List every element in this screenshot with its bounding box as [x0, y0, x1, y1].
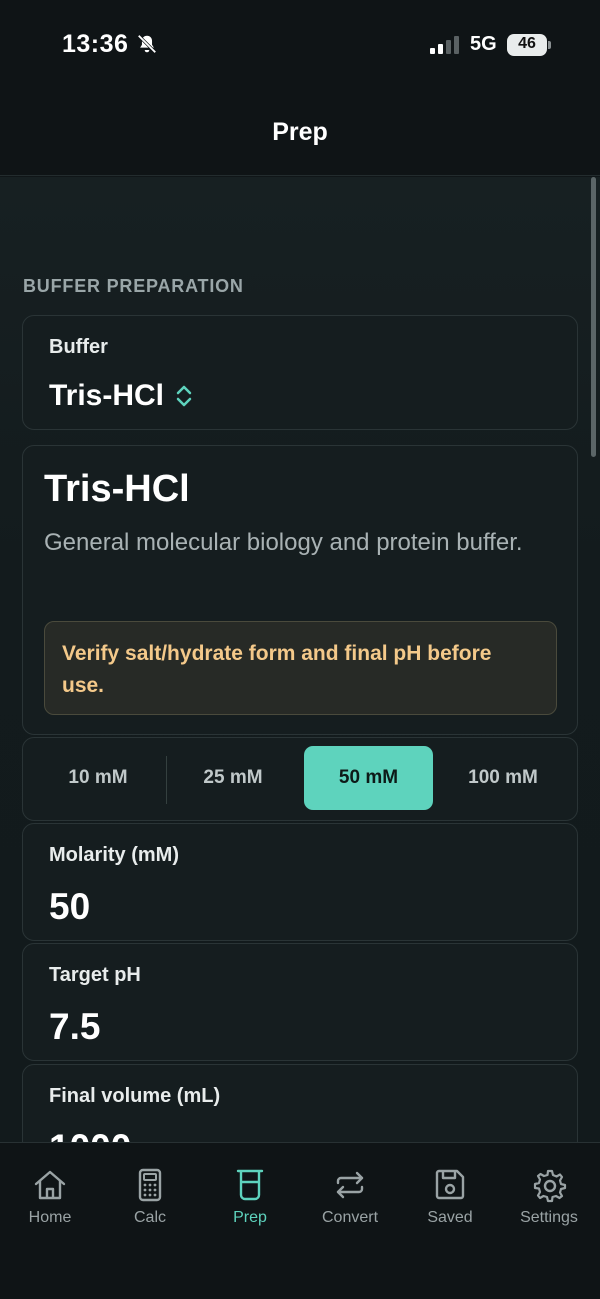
final-volume-input[interactable]: 1000: [49, 1127, 131, 1142]
section-title: BUFFER PREPARATION: [23, 276, 244, 296]
final-volume-field[interactable]: Final volume (mL) 1000: [22, 1064, 578, 1142]
navigation-bar: Prep: [0, 90, 600, 176]
segment-divider: [166, 756, 167, 804]
molarity-preset-segmented-control: 10 mM 25 mM 50 mM 100 mM: [22, 737, 578, 821]
preset-100mm-button[interactable]: 100 mM: [438, 746, 568, 810]
preset-25mm-button[interactable]: 25 mM: [168, 746, 298, 810]
scroll-indicator[interactable]: [591, 177, 596, 457]
tab-convert-label: Convert: [321, 1209, 379, 1226]
battery-level: 46: [518, 35, 536, 52]
tab-bar: Home Calc Prep Convert Saved Settings: [0, 1142, 600, 1299]
molarity-input[interactable]: 50: [49, 886, 90, 928]
warning-text: Verify salt/hydrate form and final pH be…: [62, 642, 492, 697]
buffer-picker-card[interactable]: Buffer Tris-HCl: [22, 315, 578, 430]
screen: 13:36 5G 46 Prep BUFFER PREPARATION Buff…: [0, 0, 600, 1299]
preset-50mm-button-selected[interactable]: 50 mM: [304, 746, 433, 810]
status-bar: 13:36 5G 46: [0, 0, 600, 90]
convert-arrows-icon: [336, 1171, 364, 1199]
final-volume-field-label: Final volume (mL): [49, 1085, 221, 1107]
buffer-select[interactable]: Tris-HCl: [49, 379, 194, 413]
target-ph-field-label: Target pH: [49, 964, 141, 986]
home-icon: [34, 1170, 66, 1200]
buffer-picker-label: Buffer: [49, 336, 108, 358]
content-scroll-area[interactable]: BUFFER PREPARATION Buffer Tris-HCl Tris-…: [0, 177, 600, 1142]
tab-settings-label: Settings: [520, 1209, 578, 1226]
beaker-icon: [236, 1169, 264, 1201]
target-ph-field[interactable]: Target pH 7.5: [22, 943, 578, 1061]
tab-saved[interactable]: Saved: [400, 1167, 500, 1227]
network-type: 5G: [470, 33, 497, 55]
battery-icon: 46: [507, 34, 551, 56]
silent-bell-icon: [137, 34, 157, 54]
tab-prep-label: Prep: [233, 1209, 267, 1226]
status-time: 13:36: [62, 30, 129, 58]
tab-calc[interactable]: Calc: [100, 1167, 200, 1227]
tab-saved-label: Saved: [427, 1209, 473, 1226]
molarity-field-label: Molarity (mM): [49, 844, 179, 866]
floppy-disk-icon: [435, 1169, 465, 1200]
gear-icon: [533, 1169, 567, 1203]
cellular-signal-icon: [430, 36, 459, 54]
target-ph-input[interactable]: 7.5: [49, 1006, 100, 1048]
tab-calc-label: Calc: [133, 1209, 166, 1226]
buffer-info-title: Tris-HCl: [44, 468, 190, 510]
calculator-icon: [138, 1168, 162, 1202]
tab-home-label: Home: [28, 1209, 72, 1226]
tab-convert[interactable]: Convert: [300, 1167, 400, 1227]
chevron-up-down-icon: [176, 385, 192, 407]
buffer-info-description: General molecular biology and protein bu…: [44, 529, 523, 556]
buffer-info-card: Tris-HCl General molecular biology and p…: [22, 445, 578, 735]
buffer-select-value: Tris-HCl: [49, 379, 165, 412]
page-title: Prep: [272, 118, 328, 146]
warning-box: Verify salt/hydrate form and final pH be…: [44, 621, 557, 715]
tab-home[interactable]: Home: [0, 1167, 100, 1227]
tab-settings[interactable]: Settings: [499, 1167, 599, 1227]
tab-prep[interactable]: Prep: [200, 1167, 300, 1227]
molarity-field[interactable]: Molarity (mM) 50: [22, 823, 578, 941]
preset-10mm-button[interactable]: 10 mM: [33, 746, 163, 810]
